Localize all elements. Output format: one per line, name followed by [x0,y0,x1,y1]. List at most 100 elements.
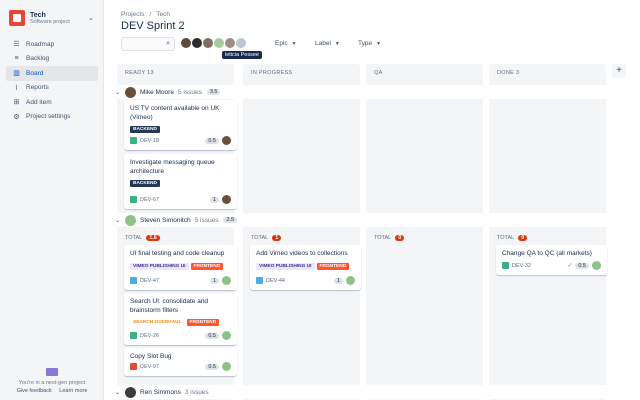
chevron-down-icon: ▼ [376,41,382,47]
project-type: Software project [30,18,70,25]
task-icon [256,277,263,284]
card-title: Search UI: consolidate and brainstorm fi… [130,298,209,314]
card-label: SEARCH OVERHAUL [130,319,185,326]
chevron-down-icon: ▼ [334,41,340,47]
column-header: DONE 3 [497,70,520,76]
avatar [346,276,355,285]
card-title: US TV content available on UK (Vimeo) [130,105,220,121]
chevron-down-icon[interactable]: ⌄ [88,14,94,22]
project-header[interactable]: Tech Software project [9,10,70,26]
card-title: Investigate messaging queue architecture [130,159,215,175]
estimate-badge: 1 [209,196,219,203]
swimlane-name: Ren Simmons [140,388,181,396]
backlog-icon: ≡ [14,55,19,63]
swimlane-header[interactable]: ⌄ Ren Simmons 3 issues [115,385,615,399]
chevron-down-icon: ⌄ [115,389,121,396]
sidebar-item-label: Reports [26,84,49,92]
issue-key: DEV-67 [140,196,159,203]
learn-more-link[interactable]: Learn more [59,388,87,394]
issue-card[interactable]: Search UI: consolidate and brainstorm fi… [124,293,237,345]
card-title: Copy Slot Bug [130,353,172,360]
add-item-icon: ⊞ [13,99,20,107]
issue-key: DEV-44 [266,277,285,284]
chevron-down-icon: ⌄ [115,89,121,96]
sidebar-item-label: Roadmap [26,40,55,48]
story-icon [502,262,509,269]
sidebar-item-project-settings[interactable]: ⚙ Project settings [6,110,98,125]
issue-card[interactable]: US TV content available on UK (Vimeo) BA… [124,100,237,150]
swimlane-points: 3.5 [206,89,221,95]
check-icon: ✓ [567,263,573,269]
issue-card[interactable]: Investigate messaging queue architecture… [124,154,237,209]
avatar [222,195,231,204]
add-column-button[interactable]: + [612,64,626,78]
sidebar-footer: You're in a next-gen project Give feedba… [0,368,104,394]
board-icon: ▥ [13,70,20,78]
card-label: FRONTEND [316,262,350,270]
breadcrumb-projects[interactable]: Projects [121,11,144,18]
card-label: FRONTEND [186,319,220,326]
project-logo-icon [9,10,25,26]
epic-filter[interactable]: Epic ▼ [275,40,297,47]
settings-icon: ⚙ [13,113,20,121]
board-main: Projects / Tech DEV Sprint 2 ⌕ leticia Pes… [105,0,640,400]
sidebar: Tech Software project ⌄ ☰ Roadmap ≡ Back… [0,0,104,400]
roadmap-icon: ☰ [13,41,20,49]
estimate-badge: 1 [209,277,219,284]
bug-icon [130,363,137,370]
column-header: IN PROGRESS [251,70,293,76]
swimlane-name: Mike Moore [140,88,174,96]
issue-card[interactable]: Copy Slot Bug DEV-97 0.5 [124,348,237,376]
swimlane-header[interactable]: ⌄ Mike Moore 5 issues 3.5 [115,85,615,99]
reports-icon: ⌇ [14,84,19,92]
sidebar-item-reports[interactable]: ⌇ Reports [6,81,98,96]
project-name: Tech [30,11,46,19]
avatar [222,276,231,285]
card-label: BACKEND [130,180,160,187]
column-total: TOTAL 1 [251,235,282,241]
avatar [222,362,231,371]
avatar [125,386,136,398]
sidebar-item-label: Board [26,69,44,77]
story-icon [130,196,137,203]
label-filter[interactable]: Label ▼ [315,40,340,47]
total-badge: 0 [518,235,528,241]
issue-key: DEV-97 [140,363,159,370]
total-badge: 1 [272,235,282,241]
column-done: DONE 3 [489,64,606,400]
column-total: TOTAL 0 [497,235,528,241]
issue-card[interactable]: UI final testing and code cleanup VIMEO … [124,245,237,290]
task-icon [130,277,137,284]
swimlane-header[interactable]: ⌄ Steven Simonitch 5 issues 2.5 [115,213,615,227]
sidebar-item-add-item[interactable]: ⊞ Add item [6,95,98,110]
add-people-avatar[interactable] [235,37,247,49]
folder-icon [46,368,58,376]
avatar [592,261,601,270]
estimate-badge: 0.5 [205,332,219,339]
breadcrumb-tech[interactable]: Tech [156,11,170,18]
column-qa: QA [366,64,483,400]
card-title: Add Vimeo videos to collections [256,250,348,257]
avatar [125,86,136,98]
sidebar-nav: ☰ Roadmap ≡ Backlog ▥ Board ⌇ Reports ⊞ … [6,37,98,124]
avatar [125,214,136,226]
issue-card[interactable]: Change QA to QC (all markets) DEV-32 ✓ 0… [496,245,607,275]
issue-key: DEV-18 [140,137,159,144]
issue-key: DEV-32 [512,262,531,269]
search-icon: ⌕ [166,40,170,47]
sidebar-item-backlog[interactable]: ≡ Backlog [6,52,98,67]
avatar [222,136,231,145]
card-label: FRONTEND [190,262,224,270]
search-input[interactable]: ⌕ [121,37,175,51]
sidebar-item-board[interactable]: ▥ Board [6,66,98,81]
column-total: TOTAL 1.6 [125,235,160,241]
footer-text: You're in a next-gen project [18,380,86,386]
column-header: QA [374,70,383,76]
card-label: VIMEO PUBLISHING UI [256,262,315,270]
give-feedback-link[interactable]: Give feedback [17,388,52,394]
sidebar-item-roadmap[interactable]: ☰ Roadmap [6,37,98,52]
type-filter[interactable]: Type ▼ [358,40,381,47]
column-total: TOTAL 0 [374,235,405,241]
issue-card[interactable]: Add Vimeo videos to collections VIMEO PU… [250,245,361,290]
avatar [222,331,231,340]
